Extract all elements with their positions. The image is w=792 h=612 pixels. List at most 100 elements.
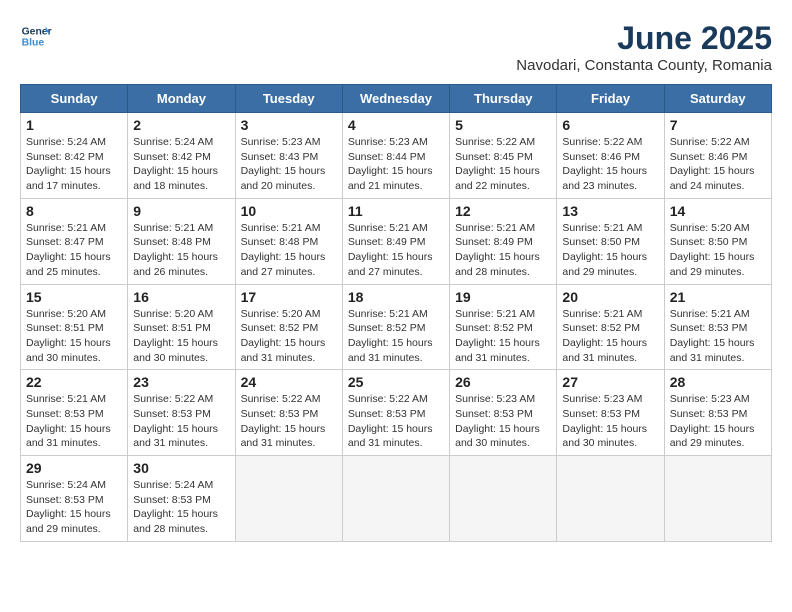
day-info: Sunrise: 5:23 AM Sunset: 8:53 PM Dayligh… (455, 393, 540, 449)
calendar-cell: 29 Sunrise: 5:24 AM Sunset: 8:53 PM Dayli… (21, 456, 128, 542)
day-info: Sunrise: 5:21 AM Sunset: 8:52 PM Dayligh… (455, 308, 540, 364)
calendar-cell: 27 Sunrise: 5:23 AM Sunset: 8:53 PM Dayli… (557, 370, 664, 456)
day-number: 18 (348, 289, 444, 305)
day-info: Sunrise: 5:21 AM Sunset: 8:53 PM Dayligh… (670, 308, 755, 364)
day-info: Sunrise: 5:20 AM Sunset: 8:51 PM Dayligh… (26, 308, 111, 364)
day-info: Sunrise: 5:21 AM Sunset: 8:48 PM Dayligh… (241, 222, 326, 278)
day-number: 26 (455, 374, 551, 390)
day-number: 12 (455, 203, 551, 219)
day-number: 22 (26, 374, 122, 390)
calendar-cell (557, 456, 664, 542)
day-info: Sunrise: 5:21 AM Sunset: 8:52 PM Dayligh… (562, 308, 647, 364)
day-number: 16 (133, 289, 229, 305)
page-header: General Blue June 2025 Navodari, Constan… (20, 20, 772, 74)
calendar-cell: 1 Sunrise: 5:24 AM Sunset: 8:42 PM Daylig… (21, 113, 128, 199)
day-number: 7 (670, 117, 766, 133)
day-info: Sunrise: 5:21 AM Sunset: 8:49 PM Dayligh… (348, 222, 433, 278)
day-number: 1 (26, 117, 122, 133)
calendar-cell: 24 Sunrise: 5:22 AM Sunset: 8:53 PM Dayli… (235, 370, 342, 456)
day-info: Sunrise: 5:20 AM Sunset: 8:52 PM Dayligh… (241, 308, 326, 364)
day-number: 19 (455, 289, 551, 305)
day-number: 25 (348, 374, 444, 390)
calendar-cell: 13 Sunrise: 5:21 AM Sunset: 8:50 PM Dayli… (557, 198, 664, 284)
calendar-cell: 26 Sunrise: 5:23 AM Sunset: 8:53 PM Dayli… (450, 370, 557, 456)
day-number: 24 (241, 374, 337, 390)
calendar-cell: 11 Sunrise: 5:21 AM Sunset: 8:49 PM Dayli… (342, 198, 449, 284)
calendar-cell (235, 456, 342, 542)
day-info: Sunrise: 5:24 AM Sunset: 8:42 PM Dayligh… (26, 136, 111, 192)
day-number: 20 (562, 289, 658, 305)
calendar-cell: 22 Sunrise: 5:21 AM Sunset: 8:53 PM Dayli… (21, 370, 128, 456)
day-number: 5 (455, 117, 551, 133)
calendar-cell (450, 456, 557, 542)
week-row-1: 1 Sunrise: 5:24 AM Sunset: 8:42 PM Daylig… (21, 113, 772, 199)
title-area: June 2025 Navodari, Constanta County, Ro… (516, 20, 772, 74)
calendar-title: June 2025 (516, 20, 772, 57)
day-info: Sunrise: 5:22 AM Sunset: 8:53 PM Dayligh… (133, 393, 218, 449)
day-info: Sunrise: 5:21 AM Sunset: 8:52 PM Dayligh… (348, 308, 433, 364)
day-header-tuesday: Tuesday (235, 85, 342, 113)
week-row-5: 29 Sunrise: 5:24 AM Sunset: 8:53 PM Dayli… (21, 456, 772, 542)
day-number: 27 (562, 374, 658, 390)
calendar-cell: 2 Sunrise: 5:24 AM Sunset: 8:42 PM Daylig… (128, 113, 235, 199)
day-info: Sunrise: 5:22 AM Sunset: 8:46 PM Dayligh… (670, 136, 755, 192)
calendar-cell: 28Sunrise: 5:23 AM Sunset: 8:53 PM Dayli… (664, 370, 771, 456)
week-row-3: 15 Sunrise: 5:20 AM Sunset: 8:51 PM Dayli… (21, 284, 772, 370)
day-number: 9 (133, 203, 229, 219)
day-header-saturday: Saturday (664, 85, 771, 113)
calendar-table: SundayMondayTuesdayWednesdayThursdayFrid… (20, 84, 772, 542)
day-header-thursday: Thursday (450, 85, 557, 113)
day-number: 8 (26, 203, 122, 219)
day-number: 30 (133, 460, 229, 476)
day-info: Sunrise: 5:22 AM Sunset: 8:45 PM Dayligh… (455, 136, 540, 192)
day-number: 13 (562, 203, 658, 219)
day-info: Sunrise: 5:24 AM Sunset: 8:53 PM Dayligh… (26, 479, 111, 535)
day-number: 11 (348, 203, 444, 219)
calendar-cell (664, 456, 771, 542)
day-info: Sunrise: 5:24 AM Sunset: 8:42 PM Dayligh… (133, 136, 218, 192)
day-info: Sunrise: 5:21 AM Sunset: 8:48 PM Dayligh… (133, 222, 218, 278)
day-number: 21 (670, 289, 766, 305)
day-number: 3 (241, 117, 337, 133)
calendar-cell: 5 Sunrise: 5:22 AM Sunset: 8:45 PM Daylig… (450, 113, 557, 199)
day-number: 6 (562, 117, 658, 133)
day-number: 10 (241, 203, 337, 219)
calendar-cell: 6 Sunrise: 5:22 AM Sunset: 8:46 PM Daylig… (557, 113, 664, 199)
day-number: 4 (348, 117, 444, 133)
day-info: Sunrise: 5:21 AM Sunset: 8:50 PM Dayligh… (562, 222, 647, 278)
day-number: 28 (670, 374, 766, 390)
day-header-monday: Monday (128, 85, 235, 113)
day-info: Sunrise: 5:21 AM Sunset: 8:47 PM Dayligh… (26, 222, 111, 278)
day-info: Sunrise: 5:20 AM Sunset: 8:50 PM Dayligh… (670, 222, 755, 278)
day-info: Sunrise: 5:21 AM Sunset: 8:49 PM Dayligh… (455, 222, 540, 278)
calendar-cell: 3 Sunrise: 5:23 AM Sunset: 8:43 PM Daylig… (235, 113, 342, 199)
calendar-cell: 18 Sunrise: 5:21 AM Sunset: 8:52 PM Dayli… (342, 284, 449, 370)
day-number: 15 (26, 289, 122, 305)
svg-text:Blue: Blue (22, 38, 45, 49)
logo: General Blue (20, 20, 52, 52)
day-info: Sunrise: 5:22 AM Sunset: 8:53 PM Dayligh… (348, 393, 433, 449)
logo-icon: General Blue (20, 20, 52, 52)
calendar-cell: 17 Sunrise: 5:20 AM Sunset: 8:52 PM Dayli… (235, 284, 342, 370)
calendar-cell: 15 Sunrise: 5:20 AM Sunset: 8:51 PM Dayli… (21, 284, 128, 370)
calendar-cell: 20 Sunrise: 5:21 AM Sunset: 8:52 PM Dayli… (557, 284, 664, 370)
week-row-2: 8 Sunrise: 5:21 AM Sunset: 8:47 PM Daylig… (21, 198, 772, 284)
day-info: Sunrise: 5:22 AM Sunset: 8:53 PM Dayligh… (241, 393, 326, 449)
day-header-sunday: Sunday (21, 85, 128, 113)
day-info: Sunrise: 5:24 AM Sunset: 8:53 PM Dayligh… (133, 479, 218, 535)
day-number: 17 (241, 289, 337, 305)
day-info: Sunrise: 5:23 AM Sunset: 8:43 PM Dayligh… (241, 136, 326, 192)
day-info: Sunrise: 5:23 AM Sunset: 8:53 PM Dayligh… (562, 393, 647, 449)
day-info: Sunrise: 5:21 AM Sunset: 8:53 PM Dayligh… (26, 393, 111, 449)
day-number: 29 (26, 460, 122, 476)
calendar-cell: 19 Sunrise: 5:21 AM Sunset: 8:52 PM Dayli… (450, 284, 557, 370)
day-number: 2 (133, 117, 229, 133)
calendar-cell (342, 456, 449, 542)
calendar-cell: 21 Sunrise: 5:21 AM Sunset: 8:53 PM Dayli… (664, 284, 771, 370)
day-number: 23 (133, 374, 229, 390)
calendar-cell: 23 Sunrise: 5:22 AM Sunset: 8:53 PM Dayli… (128, 370, 235, 456)
day-info: Sunrise: 5:22 AM Sunset: 8:46 PM Dayligh… (562, 136, 647, 192)
calendar-subtitle: Navodari, Constanta County, Romania (516, 57, 772, 74)
calendar-cell: 8 Sunrise: 5:21 AM Sunset: 8:47 PM Daylig… (21, 198, 128, 284)
week-row-4: 22 Sunrise: 5:21 AM Sunset: 8:53 PM Dayli… (21, 370, 772, 456)
